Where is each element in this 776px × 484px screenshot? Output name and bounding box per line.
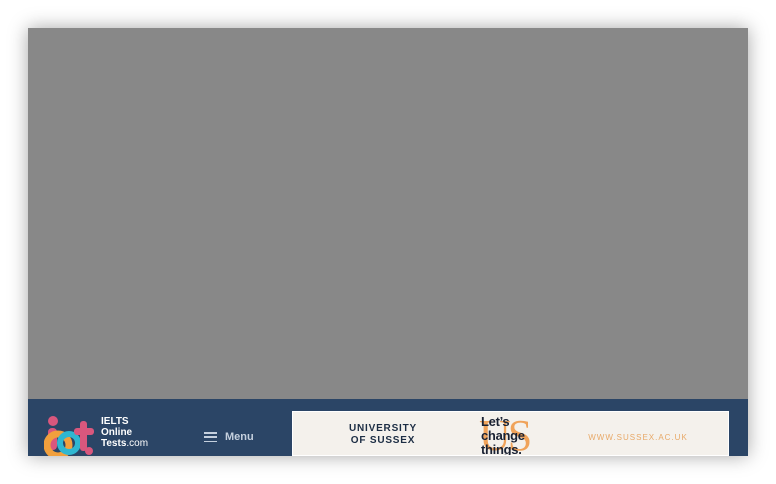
ad-slogan-line-2: change: [481, 428, 525, 443]
menu-label: Menu: [225, 431, 254, 443]
logo-line-3: Tests.com: [101, 438, 148, 449]
ad-university-name: UNIVERSITY OF SUSSEX: [333, 423, 433, 447]
logo-wordmark: IELTS Online Tests.com: [101, 416, 148, 449]
ad-url[interactable]: WWW.SUSSEX.AC.UK: [573, 433, 703, 442]
modal-overlay[interactable]: [28, 28, 748, 399]
ielts-logo-mark-icon: [44, 416, 94, 456]
ad-slogan-line-3: things.: [481, 442, 522, 456]
menu-button[interactable]: Menu: [204, 428, 254, 446]
logo-line-2: Online: [101, 427, 133, 438]
ad-university-line-1: UNIVERSITY: [348, 423, 417, 434]
advertisement-banner[interactable]: UNIVERSITY OF SUSSEX US Let’s change thi…: [292, 411, 729, 456]
ad-slogan: Let’s change things.: [481, 415, 551, 456]
site-logo[interactable]: IELTS Online Tests.com: [44, 415, 164, 456]
ad-university-line-2: OF SUSSEX: [350, 435, 416, 446]
logo-line-3-suffix: .com: [126, 438, 149, 449]
ad-slogan-line-1: Let’s: [481, 414, 510, 429]
hamburger-icon: [204, 432, 217, 442]
logo-line-3-bold: Tests: [101, 438, 127, 449]
site-header: IELTS Online Tests.com Menu UNIVERSITY O…: [28, 399, 748, 456]
logo-line-1: IELTS: [101, 416, 129, 427]
browser-viewport: IELTS Online Tests.com Menu UNIVERSITY O…: [28, 28, 748, 456]
